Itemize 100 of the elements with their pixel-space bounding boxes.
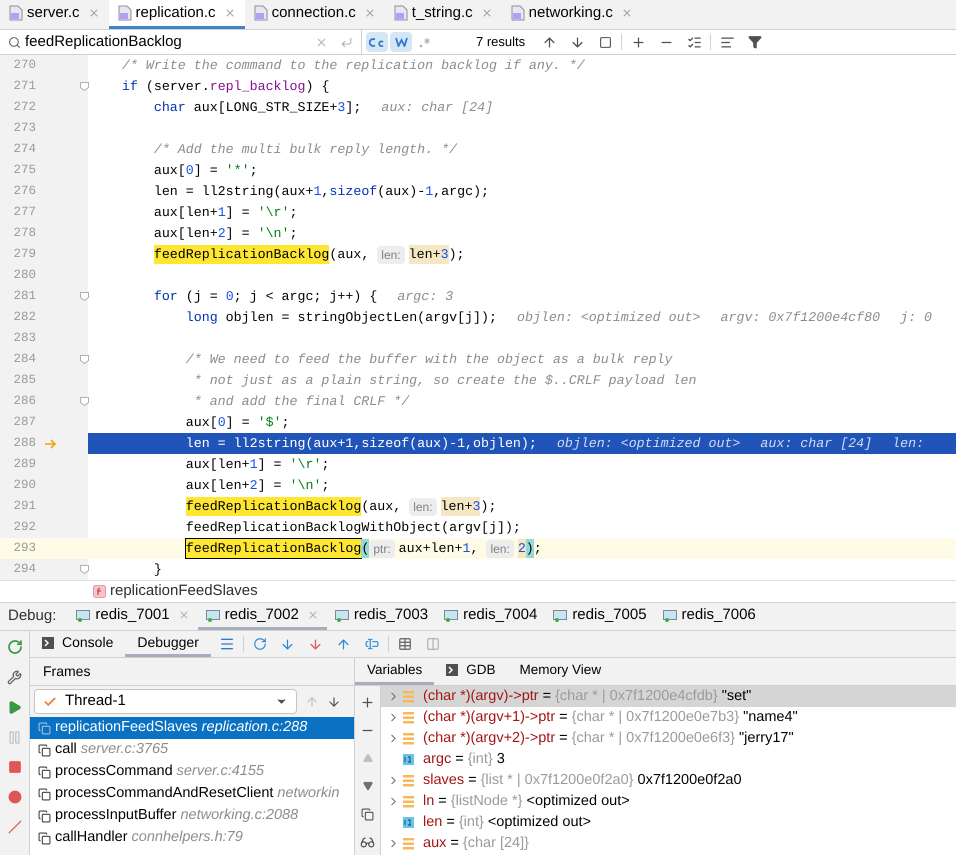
debugger-tab[interactable]: Debugger [125, 631, 211, 657]
line-number: 276 [12, 183, 36, 200]
line-number: 275 [12, 162, 36, 180]
variable-name: (char *)(argv+2)->ptr [423, 728, 556, 748]
variables-tab[interactable]: Memory View [508, 658, 614, 685]
stack-frame[interactable]: processCommand server.c:4155 [30, 761, 354, 783]
close-icon[interactable] [364, 7, 376, 19]
line-number: 292 [12, 519, 36, 536]
console-icon [42, 636, 54, 648]
integer-icon [403, 817, 414, 828]
frame-icon [38, 832, 51, 844]
match-case-icon [369, 36, 385, 48]
c-file-icon [510, 5, 525, 21]
line-number: 286 [12, 393, 36, 410]
file-tab[interactable]: replication.c [108, 0, 245, 29]
variable-type: {char * | 0x7f1200e0e6f3} [572, 728, 736, 748]
variable-name: slaves [423, 770, 464, 790]
variable-type: {list * | 0x7f1200e0f2a0} [480, 770, 634, 790]
list-icon [403, 796, 414, 808]
words-toggle[interactable] [390, 32, 412, 52]
search-field[interactable]: feedReplicationBacklog [0, 30, 362, 54]
variable-name: (char *)(argv+1)->ptr [423, 708, 556, 727]
file-tab[interactable]: networking.c [502, 0, 642, 29]
stack-frame[interactable]: processInputBuffer networking.c:2088 [30, 805, 354, 827]
variable-row[interactable]: slaves = {list * | 0x7f1200e0f2a0} 0x7f1200e0f2a0 [381, 770, 956, 791]
variable-row[interactable]: (char *)(argv+2)->ptr = {char * | 0x7f1200e0e6f3} "jerry17" [381, 728, 956, 749]
session-tab[interactable]: redis_7004 [436, 603, 546, 630]
frame-icon [38, 722, 51, 734]
clear-icon[interactable] [315, 36, 328, 48]
debugger-tab[interactable]: Console [30, 631, 126, 657]
stack-frame[interactable]: processCommandAndResetClient networkin [30, 783, 354, 805]
line-number: 288 [12, 435, 36, 452]
variable-row[interactable]: len = {int} <optimized out> [381, 812, 956, 833]
session-tab[interactable]: redis_7001 [68, 603, 198, 630]
session-icon [206, 608, 221, 622]
stack-frame[interactable]: callHandler connhelpers.h:79 [30, 827, 354, 849]
line-number: 291 [12, 498, 36, 516]
variable-name: (char *)(argv)->ptr [423, 686, 539, 706]
frame-icon [38, 788, 51, 800]
check-icon [43, 694, 57, 708]
variable-value: "jerry17" [739, 728, 794, 748]
close-icon[interactable] [88, 7, 100, 19]
list-icon [403, 838, 414, 850]
session-icon [334, 608, 350, 622]
list-icon [403, 732, 414, 744]
close-icon[interactable] [224, 7, 236, 19]
equals-sign: = [559, 728, 568, 748]
session-tab[interactable]: redis_7005 [545, 603, 655, 630]
file-tab[interactable]: connection.c [244, 0, 385, 29]
variable-type: {char * | 0x7f1200e0e7b3} [572, 708, 740, 727]
line-number: 280 [12, 267, 36, 284]
variable-row[interactable]: ln = {listNode *} <optimized out> [381, 791, 956, 812]
variable-row[interactable]: (char *)(argv+1)->ptr = {char * | 0x7f1200e0e7b3} "name4" [381, 707, 956, 728]
list-icon [403, 712, 414, 724]
search-icon [8, 36, 21, 48]
line-number: 272 [12, 99, 36, 116]
list-icon [403, 690, 414, 702]
close-icon[interactable] [480, 7, 493, 19]
variables-tab[interactable]: GDB [434, 658, 508, 685]
variable-row[interactable]: argc = {int} 3 [381, 749, 956, 770]
stack-frame[interactable]: replicationFeedSlaves replication.c:288 [30, 717, 354, 739]
close-icon[interactable] [620, 7, 633, 19]
session-tab[interactable]: redis_7003 [326, 603, 436, 630]
frame-icon [38, 744, 51, 756]
equals-sign: = [450, 834, 459, 853]
variable-value: "name4" [743, 708, 798, 727]
file-tab[interactable]: t_string.c [384, 0, 502, 29]
variable-type: {char [24]} [462, 834, 529, 853]
next-frame-icon[interactable] [327, 694, 341, 708]
stack-frame[interactable]: call server.c:3765 [30, 739, 354, 761]
close-icon[interactable] [306, 609, 319, 621]
close-icon[interactable] [178, 609, 190, 621]
file-tab[interactable]: server.c [0, 0, 109, 29]
variable-row[interactable]: aux = {char [24]} [381, 833, 956, 854]
frames-title: Frames [43, 662, 90, 681]
regex-icon [419, 36, 431, 48]
line-number: 278 [12, 225, 36, 242]
session-icon [553, 608, 568, 622]
new-line-icon[interactable] [340, 36, 353, 48]
frame-icon [38, 810, 51, 822]
c-file-icon [394, 5, 408, 21]
whole-words-icon [394, 37, 408, 47]
session-tab[interactable]: redis_7006 [654, 603, 764, 630]
line-number: 282 [12, 309, 36, 326]
variable-row[interactable]: (char *)(argv)->ptr = {char * | 0x7f1200e4cfdb} "set" [381, 686, 956, 707]
equals-sign: = [559, 708, 568, 727]
results-count: 7 results [476, 33, 526, 52]
line-number: 294 [12, 561, 36, 578]
line-number: 279 [12, 246, 36, 264]
breadcrumb-item[interactable]: replicationFeedSlaves [110, 580, 258, 603]
variable-value: <optimized out> [526, 792, 630, 811]
thread-dropdown[interactable]: Thread-1 [34, 689, 297, 714]
line-number: 293 [12, 540, 36, 558]
match-case-toggle[interactable] [366, 32, 388, 52]
equals-sign: = [438, 792, 447, 811]
line-number: 281 [12, 288, 36, 306]
c-file-icon [254, 5, 268, 21]
variable-value: 0x7f1200e0f2a0 [638, 770, 742, 790]
line-number: 287 [12, 414, 36, 432]
variable-type: {char * | 0x7f1200e4cfdb} [555, 686, 718, 706]
